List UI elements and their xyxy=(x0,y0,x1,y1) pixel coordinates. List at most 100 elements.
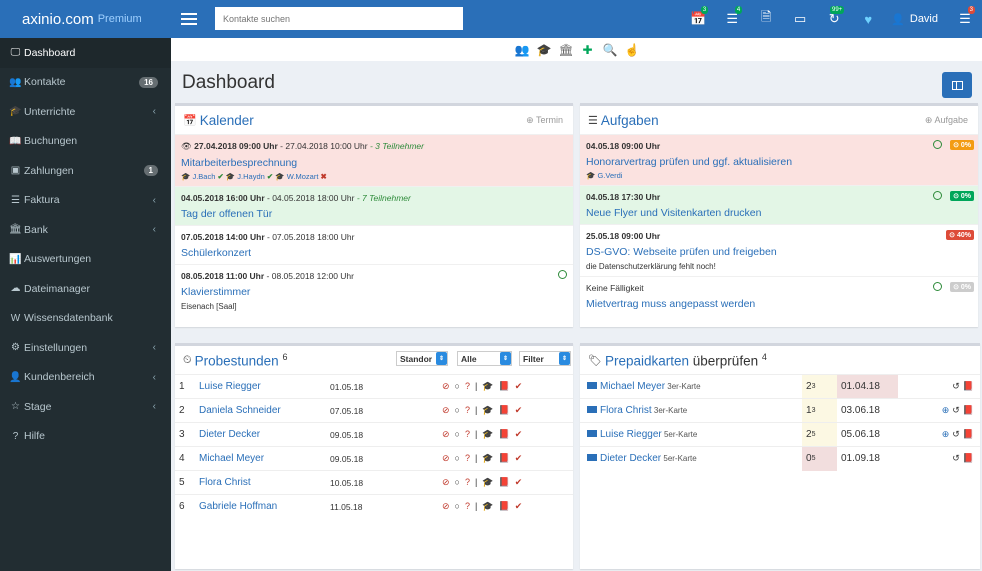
envelope-icon[interactable] xyxy=(587,454,597,461)
topbar-file-button[interactable]: 🗎 xyxy=(749,0,783,38)
question-icon[interactable]: ? xyxy=(465,501,470,512)
column-layout-button[interactable] xyxy=(942,72,972,98)
search-icon[interactable]: 🔍 xyxy=(603,43,618,57)
task-name-link[interactable]: Mietvertrag muss angepasst werden xyxy=(586,298,972,310)
check-icon[interactable]: ✔ xyxy=(515,381,523,392)
graduation-cap-icon[interactable]: 🎓 xyxy=(482,381,493,392)
graduation-cap-icon[interactable]: 🎓 xyxy=(482,429,493,440)
sidebar-item-dashboard[interactable]: 🖵 Dashboard xyxy=(0,38,171,68)
prepaid-title-link[interactable]: Prepaidkarten xyxy=(605,353,689,368)
student-name-link[interactable]: Michael Meyer xyxy=(199,453,330,464)
sidebar-item-bank[interactable]: 🏛 Bank ‹ xyxy=(0,215,171,245)
plus-circle-icon[interactable]: ⊕ xyxy=(942,405,950,416)
task-item[interactable]: 04.05.18 09:00 Uhr Honorarvertrag prüfen … xyxy=(580,134,978,185)
book-icon[interactable]: 📕 xyxy=(963,405,974,416)
filter-select[interactable]: Filter ⇕ xyxy=(519,351,571,366)
book-icon[interactable]: 📕 xyxy=(499,429,510,440)
sidebar-item-kundenbereich[interactable]: 👤 Kundenbereich ‹ xyxy=(0,363,171,393)
sidebar-item-stage[interactable]: ☆ Stage ‹ xyxy=(0,392,171,422)
check-icon[interactable]: ✔ xyxy=(515,453,523,464)
circle-icon[interactable]: ○ xyxy=(455,477,460,488)
circle-icon[interactable]: ○ xyxy=(455,501,460,512)
task-item[interactable]: 25.05.18 09:00 Uhr DS-GVO: Webseite prüfe… xyxy=(580,224,978,276)
student-name-link[interactable]: Daniela Schneider xyxy=(199,405,330,416)
sidebar-item-unterrichte[interactable]: 🎓 Unterrichte ‹ xyxy=(0,97,171,127)
status-select[interactable]: Alle ⇕ xyxy=(457,351,512,366)
envelope-icon[interactable] xyxy=(587,430,597,437)
book-icon[interactable]: 📕 xyxy=(963,381,974,392)
question-icon[interactable]: ? xyxy=(465,381,470,392)
assignee-name[interactable]: G.Verdi xyxy=(597,171,622,180)
task-item[interactable]: 04.05.18 17:30 Uhr Neue Flyer und Visiten… xyxy=(580,185,978,224)
main-menu-button[interactable]: ☰ 3 xyxy=(948,0,982,38)
task-name-link[interactable]: Honorarvertrag prüfen und ggf. aktualisi… xyxy=(586,156,972,168)
topbar-calendar-button[interactable]: 📅 3 xyxy=(681,0,715,38)
participant-name[interactable]: J.Bach xyxy=(192,172,215,181)
contact-name-link[interactable]: Flora Christ xyxy=(600,405,652,416)
circle-icon[interactable]: ○ xyxy=(455,453,460,464)
check-icon[interactable]: ✔ xyxy=(515,477,523,488)
circle-icon[interactable]: ○ xyxy=(455,429,460,440)
graduation-cap-icon[interactable]: 🎓 xyxy=(482,405,493,416)
sidebar-item-zahlungen[interactable]: ▣ Zahlungen 1 xyxy=(0,156,171,186)
student-name-link[interactable]: Gabriele Hoffman xyxy=(199,501,330,512)
cancel-icon[interactable]: ⊘ xyxy=(442,405,450,416)
plus-circle-icon[interactable]: ⊕ xyxy=(942,429,950,440)
circle-icon[interactable]: ○ xyxy=(455,405,460,416)
sidebar-item-kontakte[interactable]: 👥 Kontakte 16 xyxy=(0,68,171,98)
cancel-icon[interactable]: ⊘ xyxy=(442,477,450,488)
check-icon[interactable]: ✔ xyxy=(515,501,523,512)
book-icon[interactable]: 📕 xyxy=(499,381,510,392)
topbar-list-button[interactable]: ☰ 4 xyxy=(715,0,749,38)
topbar-card-button[interactable]: ▭ xyxy=(783,0,817,38)
topbar-refresh-button[interactable]: ↻ 99+ xyxy=(817,0,851,38)
sidebar-item-auswertungen[interactable]: 📊 Auswertungen xyxy=(0,245,171,275)
sidebar-item-dateimanager[interactable]: ☁ Dateimanager xyxy=(0,274,171,304)
sidebar-item-wissensdatenbank[interactable]: W Wissensdatenbank xyxy=(0,304,171,334)
calendar-event[interactable]: 07.05.2018 14:00 Uhr - 07.05.2018 18:00 … xyxy=(175,225,573,264)
student-name-link[interactable]: Luise Riegger xyxy=(199,381,330,392)
question-icon[interactable]: ? xyxy=(465,405,470,416)
calendar-event[interactable]: 08.05.2018 11:00 Uhr - 08.05.2018 12:00 … xyxy=(175,264,573,316)
sidebar-toggle-icon[interactable] xyxy=(181,13,197,25)
check-icon[interactable]: ✔ xyxy=(515,405,523,416)
sidebar-item-faktura[interactable]: ☰ Faktura ‹ xyxy=(0,186,171,216)
contact-name-link[interactable]: Dieter Decker xyxy=(600,453,661,464)
event-name-link[interactable]: Schülerkonzert xyxy=(181,247,567,259)
graduation-cap-icon[interactable]: 🎓 xyxy=(537,43,552,57)
history-icon[interactable]: ↺ xyxy=(952,453,960,464)
student-name-link[interactable]: Dieter Decker xyxy=(199,429,330,440)
sidebar-item-einstellungen[interactable]: ⚙ Einstellungen ‹ xyxy=(0,333,171,363)
add-task-button[interactable]: ⊕ Aufgabe xyxy=(925,115,968,126)
graduation-cap-icon[interactable]: 🎓 xyxy=(482,501,493,512)
history-icon[interactable]: ↺ xyxy=(952,405,960,416)
book-icon[interactable]: 📕 xyxy=(963,429,974,440)
search-input[interactable] xyxy=(215,7,463,30)
cancel-icon[interactable]: ⊘ xyxy=(442,381,450,392)
history-icon[interactable]: ↺ xyxy=(952,429,960,440)
contact-name-link[interactable]: Luise Riegger xyxy=(600,429,662,440)
book-icon[interactable]: 📕 xyxy=(499,453,510,464)
event-name-link[interactable]: Tag der offenen Tür xyxy=(181,208,567,220)
graduation-cap-icon[interactable]: 🎓 xyxy=(482,453,493,464)
brand-logo[interactable]: axinio.com Premium xyxy=(0,0,171,38)
task-name-link[interactable]: Neue Flyer und Visitenkarten drucken xyxy=(586,207,972,219)
question-icon[interactable]: ? xyxy=(465,477,470,488)
calendar-event[interactable]: 👁 27.04.2018 09:00 Uhr - 27.04.2018 10:0… xyxy=(175,134,573,186)
envelope-icon[interactable] xyxy=(587,406,597,413)
book-icon[interactable]: 📕 xyxy=(499,405,510,416)
envelope-icon[interactable] xyxy=(587,382,597,389)
book-icon[interactable]: 📕 xyxy=(499,477,510,488)
student-name-link[interactable]: Flora Christ xyxy=(199,477,330,488)
contact-name-link[interactable]: Michael Meyer xyxy=(600,381,665,392)
task-name-link[interactable]: DS-GVO: Webseite prüfen und freigeben xyxy=(586,246,972,258)
check-icon[interactable]: ✔ xyxy=(515,429,523,440)
book-icon[interactable]: 📕 xyxy=(499,501,510,512)
hand-pointer-icon[interactable]: ☝ xyxy=(625,43,640,57)
sidebar-item-buchungen[interactable]: 📖 Buchungen xyxy=(0,127,171,157)
circle-icon[interactable]: ○ xyxy=(455,381,460,392)
bank-icon[interactable]: 🏛 xyxy=(559,43,574,57)
task-item[interactable]: Keine Fälligkeit Mietvertrag muss angepas… xyxy=(580,276,978,315)
plus-square-icon[interactable]: ✚ xyxy=(581,43,595,57)
user-menu[interactable]: 👤 David xyxy=(885,13,948,26)
